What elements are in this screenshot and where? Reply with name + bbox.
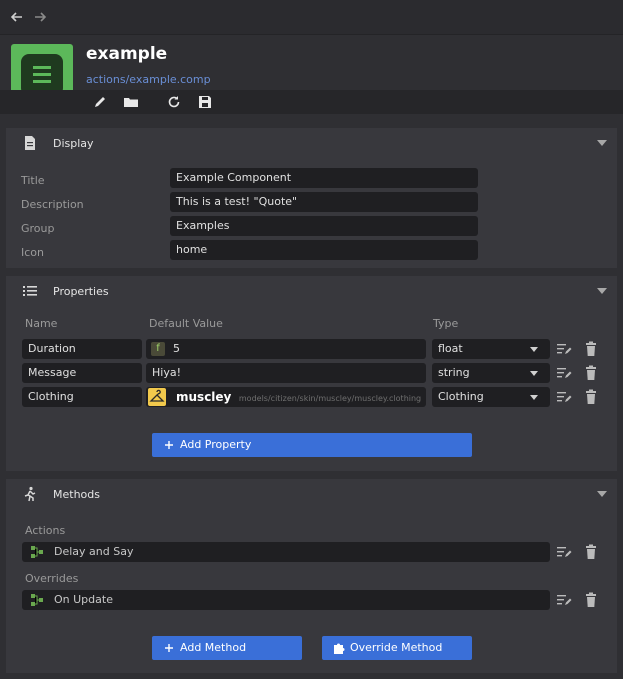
add-property-label: Add Property [180, 438, 252, 451]
folder-icon[interactable] [123, 94, 139, 110]
description-label: Description [21, 198, 84, 211]
methods-section-header[interactable]: Methods [6, 479, 617, 509]
arrow-right-icon[interactable] [31, 8, 49, 26]
chevron-down-icon[interactable] [597, 140, 607, 146]
save-icon[interactable] [197, 94, 213, 110]
property-default-duration[interactable]: f 5 [146, 339, 426, 359]
type-value: Clothing [438, 390, 484, 403]
component-title: example [86, 44, 168, 64]
override-name: On Update [54, 593, 113, 606]
edit-list-icon[interactable] [556, 544, 572, 560]
type-select-message[interactable]: string [432, 363, 550, 383]
plus-icon [165, 441, 173, 449]
trash-icon[interactable] [583, 592, 599, 608]
property-name-clothing[interactable]: Clothing [22, 387, 142, 407]
methods-section: Methods Actions Delay and Say Overrides … [6, 479, 617, 673]
node-graph-icon [31, 546, 43, 558]
add-method-button[interactable]: Add Method [152, 636, 302, 660]
chevron-down-icon [530, 395, 538, 400]
node-graph-icon [31, 594, 43, 606]
property-default-message[interactable]: Hiya! [146, 363, 426, 383]
actions-label: Actions [25, 524, 66, 537]
properties-title: Properties [53, 285, 109, 298]
edit-list-icon[interactable] [556, 365, 572, 381]
chevron-down-icon[interactable] [597, 288, 607, 294]
running-person-icon [24, 486, 36, 502]
override-row-on-update[interactable]: On Update [22, 590, 550, 610]
group-label: Group [21, 222, 55, 235]
component-path-link[interactable]: actions/example.comp [86, 73, 211, 86]
type-value: float [438, 342, 463, 355]
description-field[interactable]: This is a test! "Quote" [170, 192, 478, 212]
refresh-icon[interactable] [166, 94, 182, 110]
title-field[interactable]: Example Component [170, 168, 478, 188]
edit-list-icon[interactable] [556, 592, 572, 608]
pencil-icon[interactable] [92, 94, 108, 110]
display-section-header[interactable]: Display [6, 128, 617, 158]
action-row-delay-and-say[interactable]: Delay and Say [22, 542, 550, 562]
add-property-button[interactable]: Add Property [152, 433, 472, 457]
top-nav-bar [0, 0, 623, 35]
property-name-duration[interactable]: Duration [22, 339, 142, 359]
display-title: Display [53, 137, 94, 150]
property-name-message[interactable]: Message [22, 363, 142, 383]
trash-icon[interactable] [583, 365, 599, 381]
asset-name: muscley [176, 390, 232, 404]
type-select-duration[interactable]: float [432, 339, 550, 359]
col-type-header: Type [433, 317, 459, 330]
properties-section-header[interactable]: Properties [6, 276, 617, 306]
methods-title: Methods [53, 488, 100, 501]
plus-icon [165, 644, 173, 652]
trash-icon[interactable] [583, 341, 599, 357]
col-default-header: Default Value [149, 317, 223, 330]
type-value: string [438, 366, 470, 379]
duration-value: 5 [173, 342, 180, 355]
icon-field[interactable]: home [170, 240, 478, 260]
display-section: Display Title Example Component Descript… [6, 128, 617, 268]
toolbar [0, 90, 623, 114]
list-icon [23, 286, 37, 296]
override-method-button[interactable]: Override Method [322, 636, 472, 660]
trash-icon[interactable] [583, 544, 599, 560]
chevron-down-icon[interactable] [597, 491, 607, 497]
col-name-header: Name [25, 317, 58, 330]
action-name: Delay and Say [54, 545, 134, 558]
overrides-label: Overrides [25, 572, 79, 585]
add-method-label: Add Method [180, 641, 247, 654]
title-label: Title [21, 174, 45, 187]
float-badge-icon: f [151, 342, 165, 356]
clothing-hanger-icon [148, 388, 166, 406]
trash-icon[interactable] [583, 389, 599, 405]
group-field[interactable]: Examples [170, 216, 478, 236]
puzzle-piece-icon [334, 643, 345, 654]
property-default-clothing[interactable]: muscley models/citizen/skin/muscley/musc… [146, 387, 426, 407]
chevron-down-icon [530, 347, 538, 352]
asset-path: models/citizen/skin/muscley/muscley.clot… [238, 394, 422, 403]
override-method-label: Override Method [350, 641, 443, 654]
icon-label: Icon [21, 246, 44, 259]
edit-list-icon[interactable] [556, 341, 572, 357]
type-select-clothing[interactable]: Clothing [432, 387, 550, 407]
document-icon [25, 136, 35, 150]
chevron-down-icon [530, 371, 538, 376]
edit-list-icon[interactable] [556, 389, 572, 405]
arrow-left-icon[interactable] [8, 8, 26, 26]
properties-section: Properties Name Default Value Type Durat… [6, 276, 617, 471]
